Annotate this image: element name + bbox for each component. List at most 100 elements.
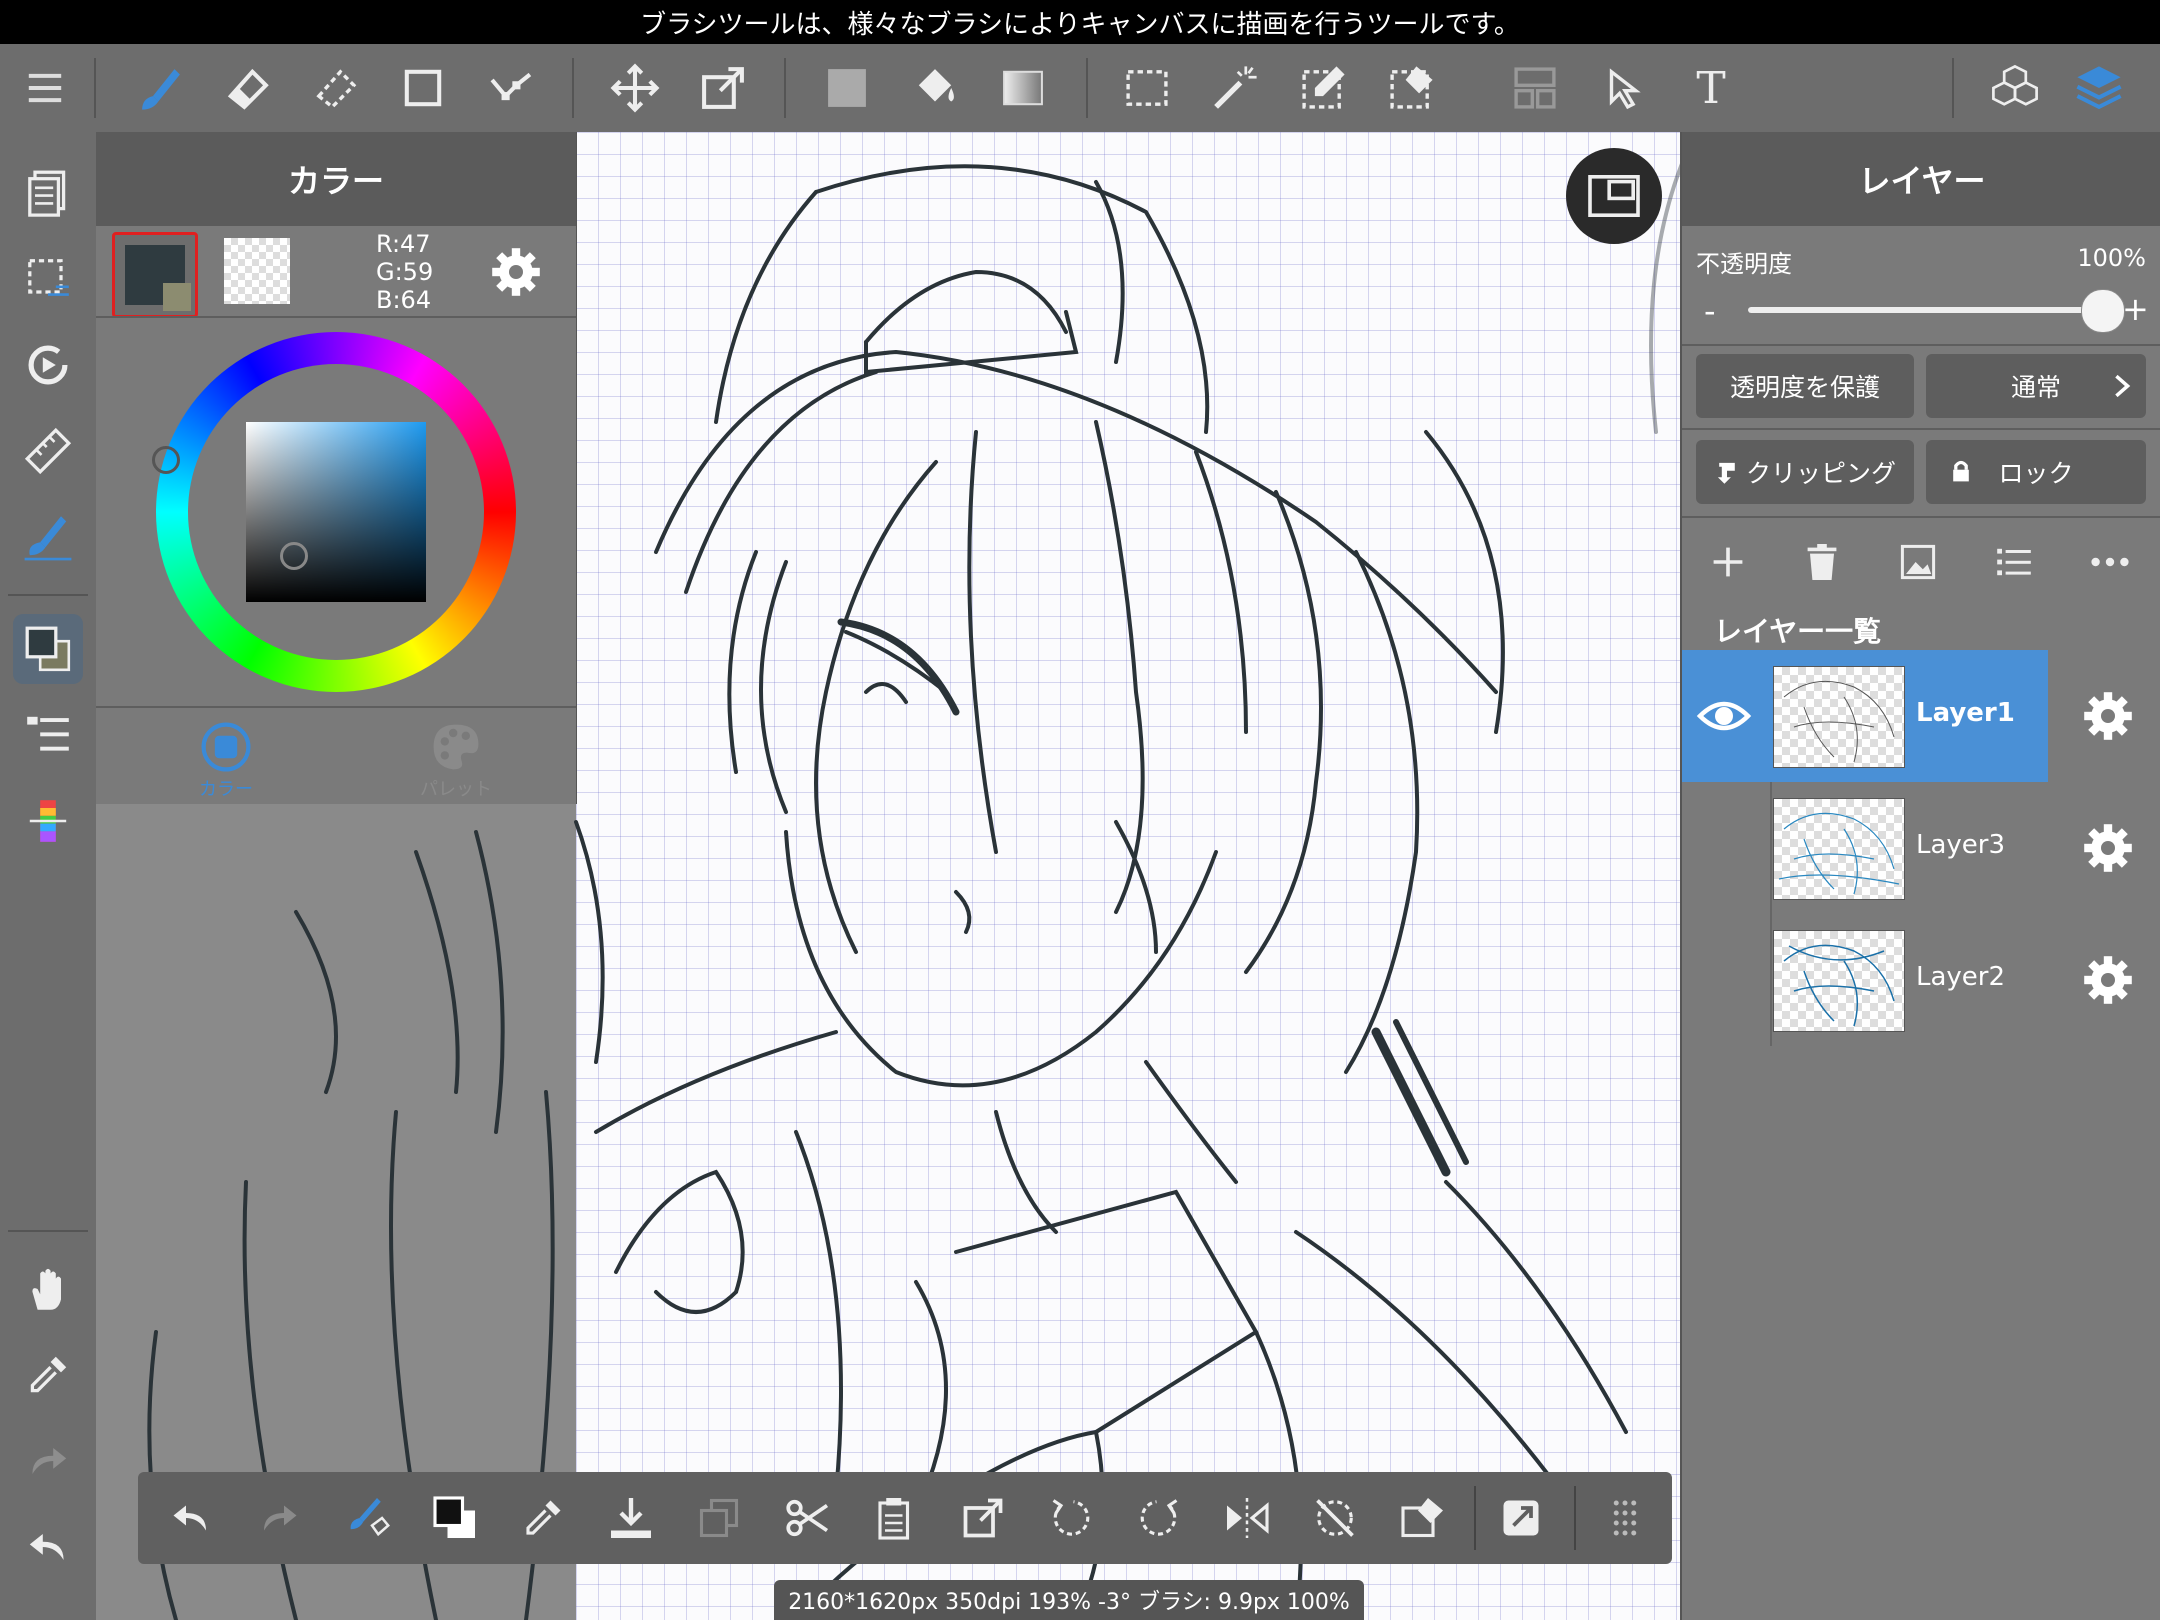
ruler-icon[interactable] bbox=[13, 416, 83, 486]
bottom-toolbar bbox=[138, 1472, 1672, 1564]
color-panel: カラー R:47 G:59 B:64 カラー パレット bbox=[96, 132, 577, 804]
layer-name: Layer3 bbox=[1916, 830, 2006, 860]
transform-tool-icon[interactable] bbox=[688, 44, 758, 132]
layer-panel: レイヤー 不透明度 100% - + 透明度を保護 通常 クリッピング ロック … bbox=[1680, 132, 2160, 1620]
text-tool-icon[interactable]: T bbox=[1676, 44, 1746, 132]
hue-handle[interactable] bbox=[152, 446, 180, 474]
layer-panel-title: レイヤー bbox=[1682, 132, 2160, 226]
navigator-icon bbox=[1588, 175, 1640, 217]
add-image-layer-icon[interactable] bbox=[1894, 538, 1942, 586]
layer-thumbnail bbox=[1773, 930, 1905, 1032]
top-toolbar: T bbox=[0, 44, 2160, 132]
selection-layer-icon[interactable] bbox=[13, 244, 83, 314]
clipping-label: クリッピング bbox=[1745, 459, 1896, 488]
layer-row-layer2[interactable]: Layer2 bbox=[1682, 914, 2160, 1046]
rotate-right-icon[interactable] bbox=[1124, 1483, 1194, 1553]
layer-settings-gear-icon[interactable] bbox=[2080, 820, 2136, 876]
tab-palette-label: パレット bbox=[420, 779, 492, 800]
hand-tool-icon[interactable] bbox=[13, 1254, 83, 1324]
secondary-color-swatch[interactable] bbox=[224, 238, 290, 304]
operation-tool-icon[interactable] bbox=[1590, 44, 1660, 132]
protect-alpha-button[interactable]: 透明度を保護 bbox=[1696, 354, 1914, 418]
saturation-value-square[interactable] bbox=[246, 422, 426, 602]
clear-layer-icon[interactable] bbox=[1388, 1483, 1458, 1553]
opacity-slider-fill bbox=[1748, 307, 2102, 313]
add-layer-icon[interactable] bbox=[1704, 538, 1752, 586]
layer-action-row bbox=[1692, 528, 2152, 598]
cut-icon[interactable] bbox=[772, 1483, 842, 1553]
opacity-slider-thumb[interactable] bbox=[2081, 289, 2125, 333]
blend-mode-button[interactable]: 通常 bbox=[1926, 354, 2146, 418]
polyline-tool-icon[interactable] bbox=[476, 44, 546, 132]
navigator-button[interactable] bbox=[1566, 148, 1662, 244]
tab-palette[interactable]: パレット bbox=[396, 718, 516, 802]
fill-rect-icon[interactable] bbox=[812, 44, 882, 132]
color-panel-title: カラー bbox=[96, 132, 576, 226]
more-options-icon[interactable] bbox=[2086, 538, 2134, 586]
page-manager-icon[interactable] bbox=[13, 158, 83, 228]
lock-icon bbox=[1953, 460, 1969, 482]
opacity-decrease-button[interactable]: - bbox=[1704, 292, 1716, 330]
eye-visible-icon[interactable] bbox=[1694, 686, 1754, 746]
delete-layer-icon[interactable] bbox=[1798, 538, 1846, 586]
canvas-status-bar: 2160*1620px 350dpi 193% -3° ブラシ: 9.9px 1… bbox=[774, 1580, 1364, 1620]
gradient-tool-icon[interactable] bbox=[988, 44, 1058, 132]
eyedropper-icon[interactable] bbox=[13, 1340, 83, 1410]
layer-name: Layer2 bbox=[1916, 962, 2006, 992]
canvas-fullscreen-icon[interactable] bbox=[1486, 1483, 1556, 1553]
magic-wand-icon[interactable] bbox=[1200, 44, 1270, 132]
undo-icon[interactable] bbox=[156, 1483, 226, 1553]
rotate-left-icon[interactable] bbox=[1036, 1483, 1106, 1553]
save-download-icon[interactable] bbox=[596, 1483, 666, 1553]
eyedropper-icon[interactable] bbox=[508, 1483, 578, 1553]
color-picker-handle[interactable] bbox=[280, 542, 308, 570]
select-eraser-icon[interactable] bbox=[1376, 44, 1446, 132]
brush-eraser-switch-icon[interactable] bbox=[332, 1483, 402, 1553]
opacity-increase-button[interactable]: + bbox=[2122, 290, 2149, 328]
brush-size-bar-icon[interactable] bbox=[13, 786, 83, 856]
rotate-reset-icon[interactable] bbox=[1300, 1483, 1370, 1553]
bucket-tool-icon[interactable] bbox=[900, 44, 970, 132]
flip-horizontal-icon[interactable] bbox=[1212, 1483, 1282, 1553]
move-tool-icon[interactable] bbox=[600, 44, 670, 132]
brush-list-icon[interactable] bbox=[13, 700, 83, 770]
select-pen-icon[interactable] bbox=[1288, 44, 1358, 132]
color-settings-gear-icon[interactable] bbox=[488, 244, 544, 300]
transform-icon[interactable] bbox=[948, 1483, 1018, 1553]
rotate-canvas-icon[interactable] bbox=[13, 330, 83, 400]
materials-icon[interactable] bbox=[1980, 44, 2050, 132]
tab-color-label: カラー bbox=[199, 779, 253, 800]
layer-list-menu-icon[interactable] bbox=[1990, 538, 2038, 586]
left-toolbar bbox=[0, 132, 96, 1620]
undo-icon[interactable] bbox=[13, 1512, 83, 1582]
layer-settings-gear-icon[interactable] bbox=[2080, 688, 2136, 744]
layer-row-layer3[interactable]: Layer3 bbox=[1682, 782, 2160, 914]
clipping-button[interactable]: クリッピング bbox=[1696, 440, 1914, 504]
copy-icon[interactable] bbox=[684, 1483, 754, 1553]
color-swatch-toggle-icon[interactable] bbox=[13, 614, 83, 684]
paste-icon[interactable] bbox=[860, 1483, 930, 1553]
rgb-red: R:47 bbox=[376, 230, 431, 258]
layer-settings-gear-icon[interactable] bbox=[2080, 952, 2136, 1008]
eraser-tool-icon[interactable] bbox=[212, 44, 282, 132]
layers-icon[interactable] bbox=[2064, 44, 2134, 132]
opacity-value: 100% bbox=[2077, 244, 2146, 272]
primary-color-swatch[interactable] bbox=[112, 232, 198, 318]
redo-icon[interactable] bbox=[244, 1483, 314, 1553]
shape-tool-icon[interactable] bbox=[388, 44, 458, 132]
drag-handle-icon[interactable] bbox=[1590, 1483, 1660, 1553]
brush-tool-icon[interactable] bbox=[126, 44, 196, 132]
menu-icon[interactable] bbox=[10, 44, 80, 132]
opacity-slider[interactable] bbox=[1748, 289, 2125, 333]
select-rect-icon[interactable] bbox=[1112, 44, 1182, 132]
tab-color[interactable]: カラー bbox=[166, 718, 286, 802]
layer-row-layer1[interactable]: Layer1 bbox=[1682, 650, 2160, 782]
frame-divide-icon[interactable] bbox=[1500, 44, 1570, 132]
redo-icon[interactable] bbox=[13, 1426, 83, 1496]
snap-brush-icon[interactable] bbox=[13, 502, 83, 572]
lock-button[interactable]: ロック bbox=[1926, 440, 2146, 504]
tool-hint-bar: ブラシツールは、様々なブラシによりキャンバスに描画を行うツールです。 bbox=[0, 0, 2160, 44]
swap-colors-icon[interactable] bbox=[420, 1483, 490, 1553]
blur-eraser-icon[interactable] bbox=[300, 44, 370, 132]
chevron-right-icon bbox=[2115, 374, 2131, 398]
